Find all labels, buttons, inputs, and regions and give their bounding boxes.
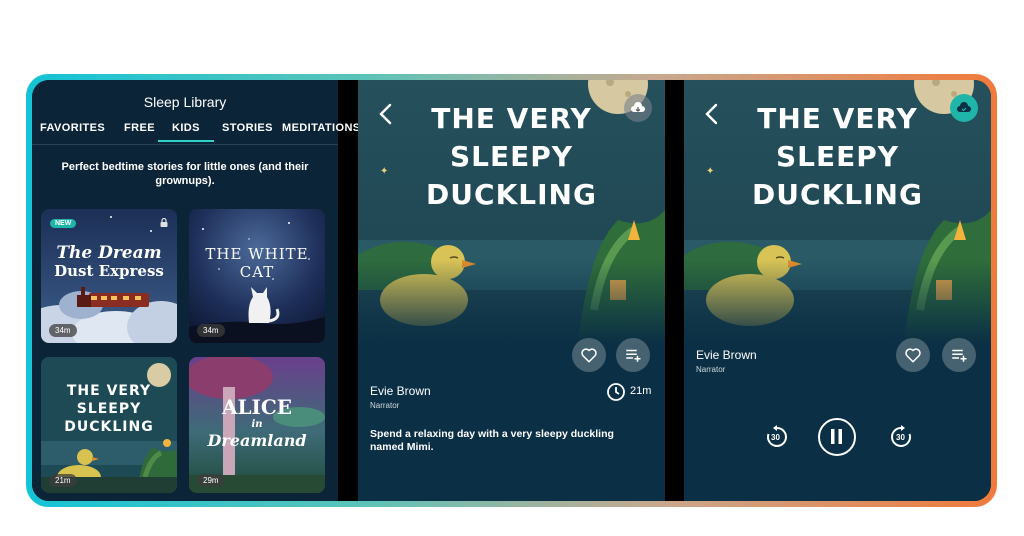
narrator-role: Narrator [370, 401, 400, 410]
card-title-line2: SLEEPY [76, 401, 142, 417]
tab-stories[interactable]: STORIES [222, 122, 273, 134]
back-icon[interactable] [376, 102, 396, 126]
story-card-dream-dust-express[interactable]: The Dream Dust Express NEW 34m [41, 209, 177, 343]
narrator-name: Evie Brown [370, 384, 431, 398]
sleep-library-screen: Sleep Library FAVORITES FREE KIDS STORIE… [32, 80, 360, 501]
rewind-30-button[interactable]: 30 [764, 424, 790, 450]
add-to-playlist-button[interactable] [616, 338, 650, 372]
forward-30-button[interactable]: 30 [888, 424, 914, 450]
cloud-download-icon [957, 102, 971, 112]
duration-badge: 34m [197, 324, 225, 337]
card-title-line1: THE VERY [66, 383, 152, 399]
add-to-playlist-button[interactable] [942, 338, 976, 372]
story-card-alice-dreamland[interactable]: ALICE in Dreamland 29m [189, 357, 325, 493]
favorite-button[interactable] [896, 338, 930, 372]
card-title-line2: Dust Express [54, 262, 164, 280]
duration-badge: 34m [49, 324, 77, 337]
forward-label: 30 [896, 433, 905, 442]
library-description: Perfect bedtime stories for little ones … [61, 161, 309, 187]
card-title-line3: Dreamland [207, 431, 307, 450]
playlist-add-icon [952, 349, 967, 362]
card-title-line1: THE WHITE CAT [205, 245, 309, 281]
pause-button[interactable] [818, 418, 856, 456]
story-card-white-cat[interactable]: THE WHITE CAT 34m [189, 209, 325, 343]
story-description: Spend a relaxing day with a very sleepy … [370, 428, 614, 453]
heart-icon [581, 348, 597, 363]
pause-icon [831, 429, 842, 444]
player-title-line2: SLEEPY [775, 140, 900, 173]
duration-badge: 29m [197, 474, 225, 487]
tab-free[interactable]: FREE [124, 122, 155, 134]
narrator-name: Evie Brown [696, 348, 757, 362]
player-title-line1: THE VERY [757, 102, 918, 135]
clock-icon [607, 383, 625, 401]
card-title-line2: in [251, 419, 263, 430]
card-title-line1: ALICE [221, 395, 293, 419]
player-screen: ✦ ✦ THE VERY SLEEPY DUCKLING [684, 80, 991, 501]
story-card-sleepy-duckling[interactable]: THE VERY SLEEPY DUCKLING 21m [41, 357, 177, 493]
story-title-line3: DUCKLING [426, 178, 597, 211]
card-title-line1: The Dream [56, 243, 162, 263]
lock-icon [160, 218, 168, 227]
downloaded-button[interactable] [950, 94, 978, 122]
heart-icon [905, 348, 921, 363]
duration-badge: 21m [49, 474, 77, 487]
page-title: Sleep Library [143, 94, 227, 110]
story-title-line2: SLEEPY [449, 140, 574, 173]
back-icon[interactable] [702, 102, 722, 126]
tab-meditations[interactable]: MEDITATIONS [282, 122, 361, 134]
story-title-line1: THE VERY [431, 102, 592, 135]
narrator-role: Narrator [696, 365, 726, 374]
playlist-add-icon [626, 349, 641, 362]
new-badge: NEW [50, 219, 77, 228]
favorite-button[interactable] [572, 338, 606, 372]
app-showcase-frame: Sleep Library FAVORITES FREE KIDS STORIE… [26, 74, 997, 507]
download-button[interactable] [624, 94, 652, 122]
showcase-inner: Sleep Library FAVORITES FREE KIDS STORIE… [32, 80, 991, 501]
tab-favorites[interactable]: FAVORITES [40, 122, 105, 134]
story-detail-screen: ✦ ✦ THE VERY SLEEPY DUCKLING [358, 80, 665, 501]
tab-divider [32, 144, 338, 145]
tab-kids[interactable]: KIDS [158, 122, 214, 142]
card-title-line3: DUCKLING [64, 419, 154, 435]
cloud-download-icon [631, 102, 645, 112]
rewind-label: 30 [771, 433, 780, 442]
story-duration: 21m [630, 385, 652, 397]
player-title-line3: DUCKLING [752, 178, 923, 211]
